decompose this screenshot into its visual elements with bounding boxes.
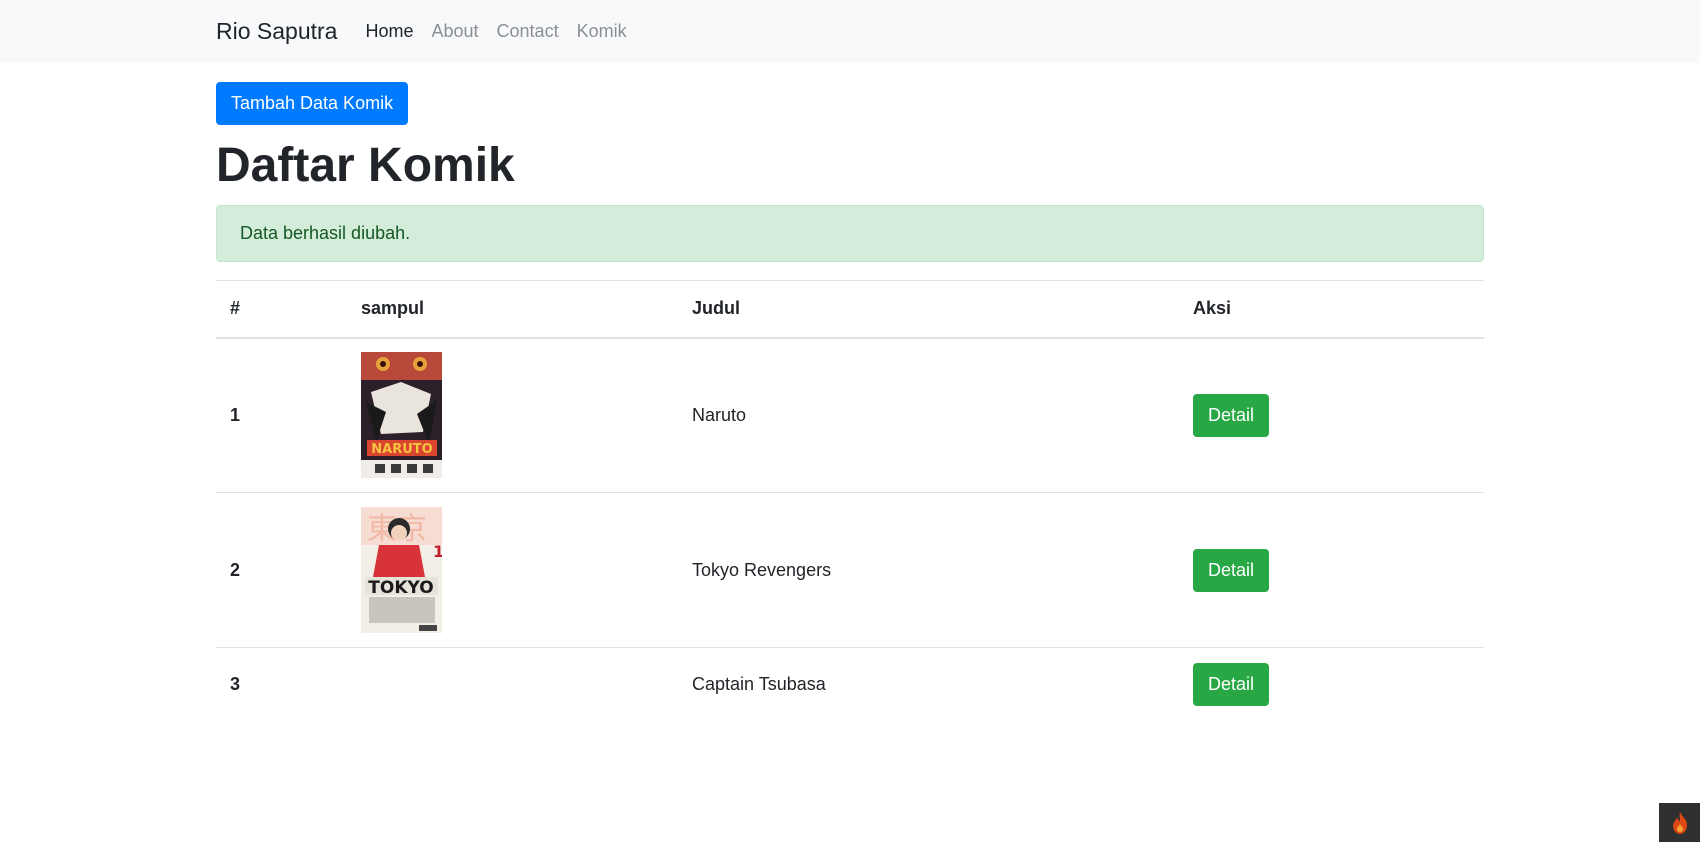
- table-row: 1 NARUTO Naruto Detail: [216, 338, 1484, 493]
- row-title: Naruto: [692, 404, 747, 425]
- add-comic-button[interactable]: Tambah Data Komik: [216, 82, 409, 125]
- navbar-brand[interactable]: Rio Saputra: [216, 18, 337, 45]
- row-action-cell: Detail: [1179, 338, 1484, 493]
- row-title: Captain Tsubasa: [678, 647, 1179, 721]
- table-row: 2 東京 1 TOKYO: [216, 492, 1484, 648]
- header-title: Judul: [678, 280, 1179, 339]
- svg-text:1: 1: [433, 542, 442, 561]
- main-container: Tambah Data Komik Daftar Komik Data berh…: [216, 63, 1484, 721]
- success-alert: Data berhasil diubah.: [216, 205, 1484, 262]
- row-number: 2: [216, 492, 347, 648]
- tokyo-revengers-cover-image: 東京 1 TOKYO: [361, 507, 442, 633]
- row-cover-cell: NARUTO: [347, 338, 678, 493]
- nav-link-contact[interactable]: Contact: [497, 21, 559, 42]
- row-number: 1: [230, 404, 241, 425]
- header-action: Aksi: [1179, 280, 1484, 339]
- row-cover-cell: [347, 647, 678, 721]
- comic-table: # sampul Judul Aksi 1 NARUTO Naruto Deta…: [216, 280, 1484, 721]
- row-action-cell: Detail: [1179, 647, 1484, 721]
- nav-link-about[interactable]: About: [431, 21, 478, 42]
- detail-button[interactable]: Detail: [1193, 548, 1270, 592]
- table-header: # sampul Judul Aksi: [216, 280, 1484, 339]
- row-title: Tokyo Revengers: [678, 492, 1179, 648]
- table-body: 1 NARUTO Naruto Detail 2 1 TOKYO Tokyo R…: [216, 338, 1484, 721]
- row-action-cell: Detail: [1179, 492, 1484, 648]
- svg-text:TOKYO: TOKYO: [368, 578, 433, 598]
- naruto-cover-image: NARUTO: [361, 352, 442, 479]
- row-cover-cell: 東京 1 TOKYO: [347, 492, 678, 648]
- debug-toolbar-toggle[interactable]: [1659, 803, 1700, 842]
- header-number: #: [216, 280, 347, 339]
- header-cover: sampul: [347, 280, 678, 339]
- navbar-inner: Rio Saputra Home About Contact Komik: [216, 18, 1484, 45]
- nav-link-komik[interactable]: Komik: [577, 21, 627, 42]
- page-title: Daftar Komik: [216, 139, 515, 192]
- nav-link-home[interactable]: Home: [365, 21, 413, 42]
- navbar: Rio Saputra Home About Contact Komik: [0, 0, 1700, 63]
- flame-icon: [1672, 811, 1687, 834]
- detail-button[interactable]: Detail: [1193, 662, 1270, 706]
- table-header-row: # sampul Judul Aksi: [216, 280, 1484, 339]
- detail-button[interactable]: Detail: [1193, 393, 1270, 437]
- svg-text:NARUTO: NARUTO: [371, 442, 432, 457]
- row-number: 3: [216, 647, 347, 721]
- table-row: 3 Captain Tsubasa Detail: [216, 647, 1484, 721]
